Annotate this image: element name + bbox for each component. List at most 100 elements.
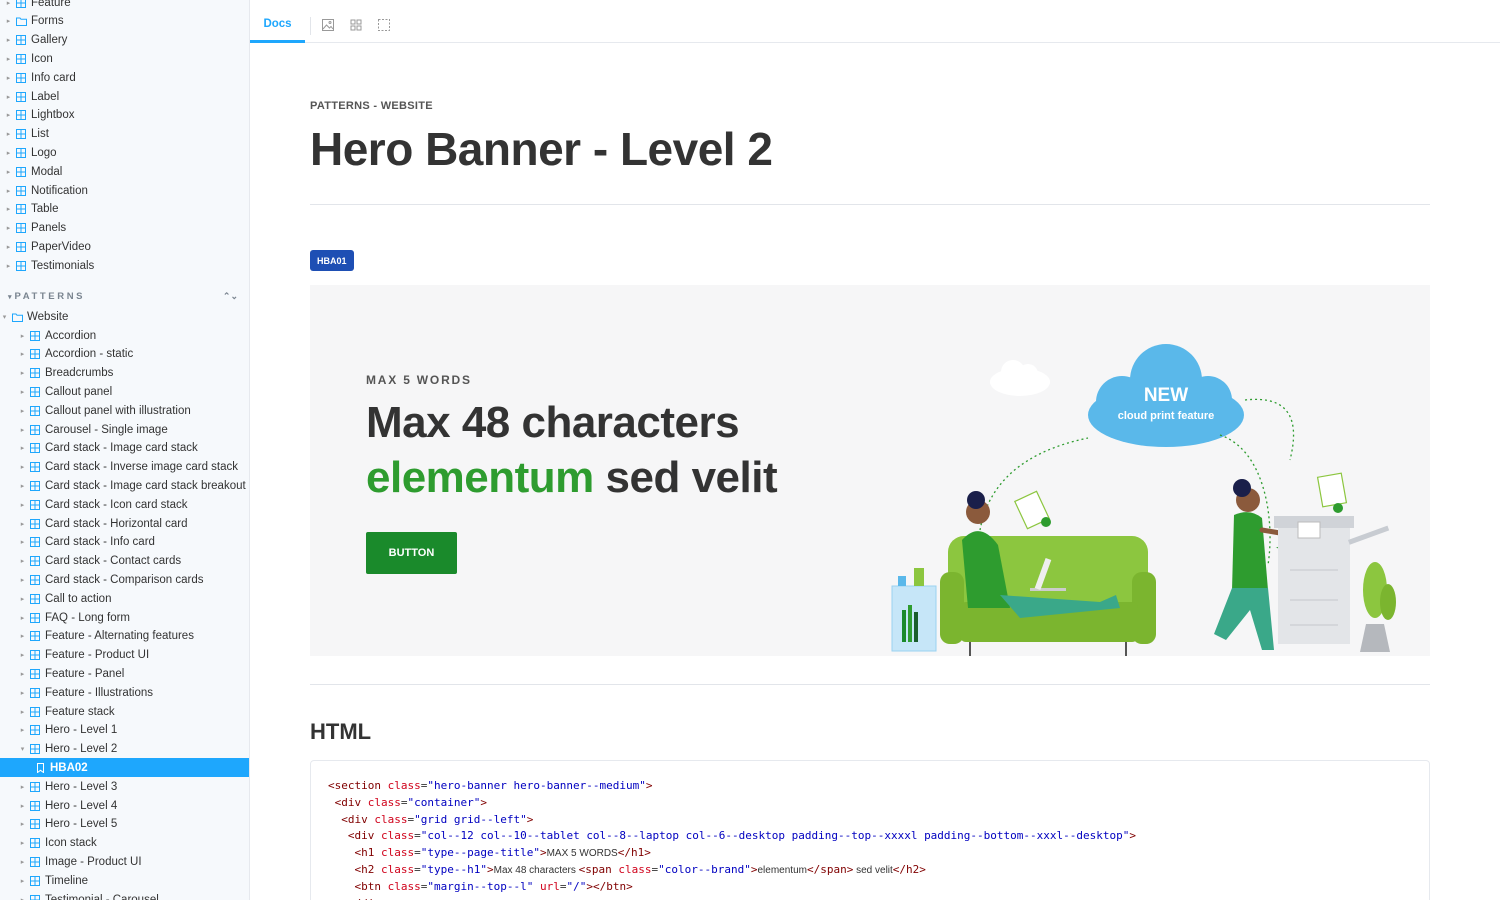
sidebar-item-accordion[interactable]: ▸ Accordion xyxy=(0,326,249,345)
component-icon xyxy=(29,461,41,473)
sidebar-item-card-stack-image-card-stack[interactable]: ▸ Card stack - Image card stack xyxy=(0,439,249,458)
sidebar-item-info-card[interactable]: ▸ Info card xyxy=(0,68,249,87)
sidebar-item-hba02[interactable]: HBA02 xyxy=(0,758,249,778)
sidebar-item-label: Hero - Level 4 xyxy=(45,799,118,812)
sidebar-item-testimonials[interactable]: ▸ Testimonials xyxy=(0,256,249,275)
sidebar-folder-website[interactable]: ▾ Website xyxy=(0,307,249,326)
sidebar-item-image-product-ui[interactable]: ▸ Image - Product UI xyxy=(0,852,249,871)
sidebar-item-label: Card stack - Image card stack xyxy=(45,442,198,455)
sidebar-item-feature-illustrations[interactable]: ▸ Feature - Illustrations xyxy=(0,683,249,702)
component-icon xyxy=(29,687,41,699)
patterns-heading: PATTERNS xyxy=(14,290,86,302)
sidebar-item-feature-alternating-features[interactable]: ▸ Feature - Alternating features xyxy=(0,627,249,646)
sidebar-item-feature-stack[interactable]: ▸ Feature stack xyxy=(0,702,249,721)
component-icon xyxy=(29,818,41,830)
sidebar-item-label: Breadcrumbs xyxy=(45,367,114,380)
caret-right-icon: ▸ xyxy=(20,445,25,453)
sidebar-item-label: Feature - Alternating features xyxy=(45,630,194,643)
sidebar-item-card-stack-horizontal-card[interactable]: ▸ Card stack - Horizontal card xyxy=(0,514,249,533)
document-lock-icon xyxy=(1013,490,1051,530)
component-icon xyxy=(29,894,41,900)
sidebar-item-modal[interactable]: ▸ Modal xyxy=(0,162,249,181)
sidebar-item-label: Card stack - Info card xyxy=(45,536,155,549)
component-icon xyxy=(29,424,41,436)
sidebar-item-hero-level-3[interactable]: ▸ Hero - Level 3 xyxy=(0,777,249,796)
component-icon xyxy=(29,348,41,360)
sidebar-item-feature[interactable]: ▸ Feature xyxy=(0,0,249,12)
sidebar-item-card-stack-icon-card-stack[interactable]: ▸ Card stack - Icon card stack xyxy=(0,495,249,514)
sidebar-item-callout-panel-with-illustration[interactable]: ▸ Callout panel with illustration xyxy=(0,401,249,420)
code-line: <btn class="margin--top--l" url="/"></bt… xyxy=(354,879,633,893)
sidebar-item-faq-long-form[interactable]: ▸ FAQ - Long form xyxy=(0,608,249,627)
sidebar-item-hero-level-4[interactable]: ▸ Hero - Level 4 xyxy=(0,796,249,815)
code-line: <h2 class="type--h1">Max 48 characters <… xyxy=(354,862,926,876)
caret-right-icon: ▸ xyxy=(6,206,11,214)
sidebar-item-label[interactable]: ▸ Label xyxy=(0,87,249,106)
caret-right-icon: ▸ xyxy=(6,18,11,26)
sidebar-item-callout-panel[interactable]: ▸ Callout panel xyxy=(0,382,249,401)
sidebar-item-icon-stack[interactable]: ▸ Icon stack xyxy=(0,834,249,853)
sidebar-item-label: Callout panel xyxy=(45,385,113,398)
hero-button[interactable]: BUTTON xyxy=(366,532,457,574)
component-icon xyxy=(15,53,27,65)
sidebar-item-table[interactable]: ▸ Table xyxy=(0,200,249,219)
component-icon xyxy=(15,128,27,140)
sidebar-item-label: Timeline xyxy=(45,874,89,887)
sidebar-item-label: Panels xyxy=(31,222,67,235)
sidebar-item-card-stack-info-card[interactable]: ▸ Card stack - Info card xyxy=(0,533,249,552)
grid-icon[interactable] xyxy=(349,18,363,32)
sidebar-item-hero-level-1[interactable]: ▸ Hero - Level 1 xyxy=(0,721,249,740)
component-icon xyxy=(29,536,41,548)
component-icon xyxy=(29,442,41,454)
document-lock-icon xyxy=(1316,472,1348,513)
sidebar-item-gallery[interactable]: ▸ Gallery xyxy=(0,31,249,50)
tab-docs[interactable]: Docs xyxy=(250,8,305,43)
sidebar-item-icon[interactable]: ▸ Icon xyxy=(0,49,249,68)
component-icon xyxy=(29,668,41,680)
sidebar-item-label: Card stack - Icon card stack xyxy=(45,498,188,511)
outline-icon[interactable] xyxy=(377,18,391,32)
sidebar-item-feature-product-ui[interactable]: ▸ Feature - Product UI xyxy=(0,646,249,665)
sidebar-item-card-stack-contact-cards[interactable]: ▸ Card stack - Contact cards xyxy=(0,552,249,571)
sidebar-item-panels[interactable]: ▸ Panels xyxy=(0,219,249,238)
sidebar-item-card-stack-inverse-image-card-stack[interactable]: ▸ Card stack - Inverse image card stack xyxy=(0,458,249,477)
sidebar-item-lightbox[interactable]: ▸ Lightbox xyxy=(0,106,249,125)
component-icon xyxy=(29,856,41,868)
expand-collapse-icon[interactable]: ⌃⌄ xyxy=(223,291,238,302)
folder-icon xyxy=(11,311,23,323)
sidebar-item-hero-level-2[interactable]: ▾ Hero - Level 2 xyxy=(0,740,249,759)
sidebar-item-card-stack-image-card-stack-breakout[interactable]: ▸ Card stack - Image card stack breakout xyxy=(0,476,249,495)
sidebar-item-forms[interactable]: ▸ Forms xyxy=(0,12,249,31)
sidebar-item-label: Website xyxy=(27,310,69,323)
caret-right-icon: ▸ xyxy=(20,332,25,340)
page-eyebrow: PATTERNS - WEBSITE xyxy=(310,100,433,112)
sidebar-item-carousel-single-image[interactable]: ▸ Carousel - Single image xyxy=(0,420,249,439)
component-icon xyxy=(15,109,27,121)
sidebar-item-notification[interactable]: ▸ Notification xyxy=(0,181,249,200)
sidebar-item-logo[interactable]: ▸ Logo xyxy=(0,143,249,162)
code-block[interactable]: <section class="hero-banner hero-banner-… xyxy=(310,760,1430,900)
sidebar-item-breadcrumbs[interactable]: ▸ Breadcrumbs xyxy=(0,364,249,383)
caret-down-icon: ▾ xyxy=(20,746,25,754)
sidebar-item-call-to-action[interactable]: ▸ Call to action xyxy=(0,589,249,608)
sidebar-item-timeline[interactable]: ▸ Timeline xyxy=(0,871,249,890)
component-icon xyxy=(29,612,41,624)
sidebar-item-feature-panel[interactable]: ▸ Feature - Panel xyxy=(0,664,249,683)
image-icon[interactable] xyxy=(321,18,335,32)
caret-right-icon: ▸ xyxy=(20,670,25,678)
caret-right-icon: ▸ xyxy=(20,614,25,622)
sidebar-item-list[interactable]: ▸ List xyxy=(0,125,249,144)
component-icon xyxy=(29,630,41,642)
plant xyxy=(1360,562,1396,652)
sidebar-item-card-stack-comparison-cards[interactable]: ▸ Card stack - Comparison cards xyxy=(0,570,249,589)
sidebar-item-testimonial-carousel[interactable]: ▸ Testimonial - Carousel xyxy=(0,890,249,900)
caret-right-icon: ▸ xyxy=(6,74,11,82)
sidebar-item-hero-level-5[interactable]: ▸ Hero - Level 5 xyxy=(0,815,249,834)
sidebar-item-label: Icon stack xyxy=(45,837,97,850)
caret-right-icon: ▸ xyxy=(6,93,11,101)
component-icon xyxy=(29,518,41,530)
sidebar-item-papervideo[interactable]: ▸ PaperVideo xyxy=(0,237,249,256)
sidebar-item-accordion-static[interactable]: ▸ Accordion - static xyxy=(0,345,249,364)
patterns-section-header[interactable]: ▾ PATTERNS ⌃⌄ xyxy=(8,289,238,303)
caret-right-icon: ▸ xyxy=(6,0,11,7)
